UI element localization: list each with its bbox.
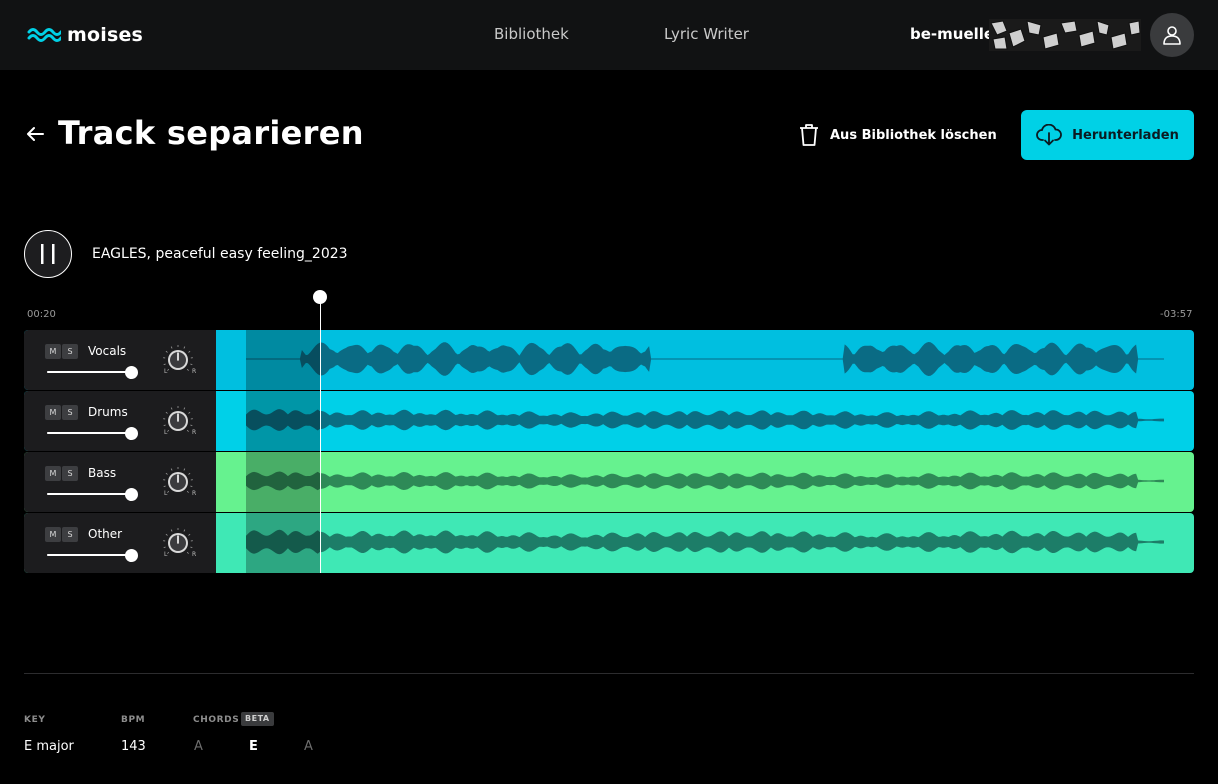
- remaining-time: -03:57: [1160, 309, 1193, 320]
- waveform-area[interactable]: [216, 391, 1194, 451]
- waveform: [246, 391, 1164, 451]
- waveform: [246, 513, 1164, 573]
- mute-button[interactable]: M: [45, 466, 61, 481]
- pan-left-label: L: [164, 551, 168, 558]
- pan-right-label: R: [192, 368, 197, 375]
- nav-library[interactable]: Bibliothek: [494, 25, 569, 43]
- elapsed-time: 00:20: [27, 309, 56, 320]
- volume-fill: [47, 554, 131, 556]
- volume-slider[interactable]: [47, 371, 131, 373]
- cloud-download-icon: [1036, 124, 1063, 146]
- track-name: Bass: [88, 466, 117, 480]
- chords-label: CHORDS: [193, 715, 240, 725]
- playhead-handle[interactable]: [313, 290, 327, 304]
- chord-item-current[interactable]: E: [249, 739, 258, 754]
- volume-thumb[interactable]: [125, 427, 138, 440]
- pan-left-label: L: [164, 490, 168, 497]
- user-icon: [1163, 26, 1181, 45]
- volume-slider[interactable]: [47, 432, 131, 434]
- track-drums: M S Drums L R: [24, 391, 1194, 451]
- key-value: E major: [24, 739, 74, 754]
- pause-icon: [41, 244, 55, 264]
- pause-button[interactable]: [24, 230, 72, 278]
- volume-slider[interactable]: [47, 493, 131, 495]
- volume-thumb[interactable]: [125, 549, 138, 562]
- volume-slider[interactable]: [47, 554, 131, 556]
- solo-button[interactable]: S: [62, 405, 78, 420]
- moises-logo[interactable]: moises: [27, 22, 143, 48]
- page-title: Track separieren: [58, 114, 364, 152]
- solo-button[interactable]: S: [62, 527, 78, 542]
- back-arrow-icon[interactable]: [25, 124, 45, 144]
- track-other: M S Other L R: [24, 513, 1194, 573]
- user-avatar[interactable]: [1150, 13, 1194, 57]
- trash-icon: [800, 124, 818, 146]
- nav-lyric-writer[interactable]: Lyric Writer: [664, 25, 749, 43]
- divider: [24, 673, 1194, 674]
- mute-button[interactable]: M: [45, 527, 61, 542]
- track-controls: M S Vocals L R: [24, 330, 216, 390]
- delete-label: Aus Bibliothek löschen: [830, 127, 997, 143]
- track-controls: M S Bass L R: [24, 452, 216, 512]
- mute-button[interactable]: M: [45, 405, 61, 420]
- waveform: [246, 330, 1164, 390]
- track-controls: M S Drums L R: [24, 391, 216, 451]
- username: be-mueller: [910, 25, 1002, 43]
- chord-item[interactable]: A: [194, 739, 203, 754]
- moises-wave-icon: [27, 28, 61, 42]
- download-label: Herunterladen: [1072, 127, 1179, 143]
- pan-left-label: L: [164, 368, 168, 375]
- solo-button[interactable]: S: [62, 344, 78, 359]
- volume-fill: [47, 493, 131, 495]
- pan-right-label: R: [192, 490, 197, 497]
- track-controls: M S Other L R: [24, 513, 216, 573]
- volume-thumb[interactable]: [125, 488, 138, 501]
- volume-thumb[interactable]: [125, 366, 138, 379]
- bpm-value: 143: [121, 739, 146, 754]
- stem-tracks: M S Vocals L R M S Drums L R M S Bass L R M S Other L R: [24, 330, 1194, 573]
- volume-fill: [47, 432, 131, 434]
- solo-button[interactable]: S: [62, 466, 78, 481]
- bpm-label: BPM: [121, 715, 146, 725]
- user-pattern-graphic: [989, 19, 1141, 51]
- track-name: Vocals: [88, 344, 127, 358]
- track-title: EAGLES, peaceful easy feeling_2023: [92, 246, 348, 262]
- track-name: Drums: [88, 405, 128, 419]
- pan-left-label: L: [164, 429, 168, 436]
- waveform-area[interactable]: [216, 452, 1194, 512]
- track-name: Other: [88, 527, 123, 541]
- track-bass: M S Bass L R: [24, 452, 1194, 512]
- brand-name: moises: [67, 24, 144, 46]
- beta-badge: BETA: [241, 712, 274, 726]
- pan-right-label: R: [192, 551, 197, 558]
- top-bar: moises Bibliothek Lyric Writer be-muelle…: [0, 0, 1218, 70]
- download-button[interactable]: Herunterladen: [1021, 110, 1194, 160]
- pan-right-label: R: [192, 429, 197, 436]
- volume-fill: [47, 371, 131, 373]
- waveform-area[interactable]: [216, 513, 1194, 573]
- key-label: KEY: [24, 715, 46, 725]
- chord-item[interactable]: A: [304, 739, 313, 754]
- waveform-area[interactable]: [216, 330, 1194, 390]
- delete-from-library-button[interactable]: Aus Bibliothek löschen: [798, 122, 997, 148]
- track-vocals: M S Vocals L R: [24, 330, 1194, 390]
- waveform: [246, 452, 1164, 512]
- mute-button[interactable]: M: [45, 344, 61, 359]
